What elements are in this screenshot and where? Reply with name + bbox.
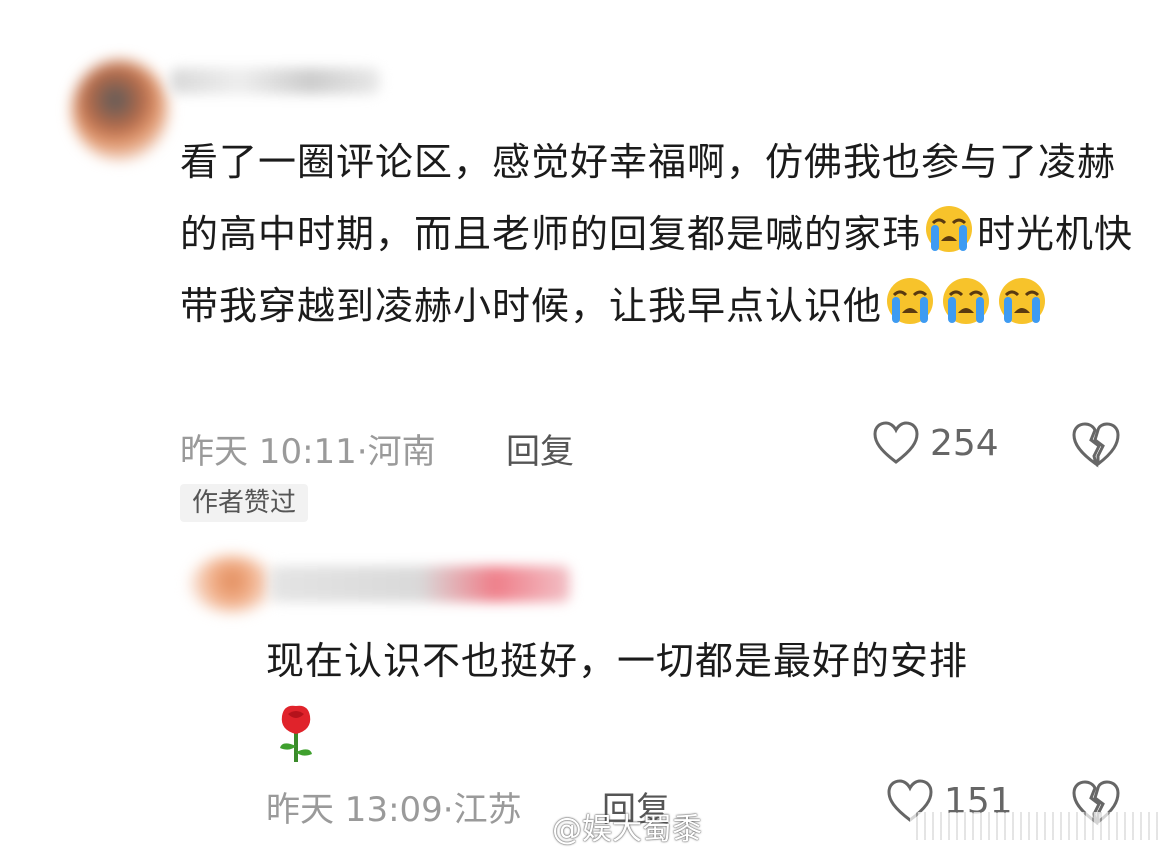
watermark: @娱大蜀黍 <box>512 804 702 848</box>
reply-time: 昨天 13:09 <box>266 790 443 830</box>
commenter-avatar[interactable] <box>72 60 168 160</box>
weibo-icon <box>512 814 545 840</box>
comment-location: 河南 <box>367 432 436 472</box>
like-count: 254 <box>930 422 999 464</box>
reply-meta: 昨天 13:09·江苏 <box>266 782 522 831</box>
like-button[interactable]: 254 <box>872 420 999 466</box>
reply-text: 现在认识不也挺好，一切都是最好的安排 <box>266 626 1146 764</box>
watermark-text: @娱大蜀黍 <box>552 812 702 847</box>
dislike-button[interactable] <box>1070 420 1122 472</box>
crying-face-emoji <box>882 275 938 327</box>
commenter-username[interactable] <box>170 68 380 94</box>
comment-time: 昨天 10:11 <box>180 432 357 472</box>
watermark-overlay <box>910 812 1160 840</box>
comment-meta: 昨天 10:11·河南 <box>180 424 436 473</box>
replier-username[interactable] <box>270 566 570 602</box>
heart-icon <box>873 421 919 464</box>
reply-text-content: 现在认识不也挺好，一切都是最好的安排 <box>266 639 969 683</box>
meta-separator: · <box>442 790 454 830</box>
meta-separator: · <box>356 432 368 472</box>
broken-heart-icon <box>1072 422 1120 468</box>
reply-button[interactable]: 回复 <box>506 424 574 473</box>
rose-emoji <box>280 705 312 762</box>
replier-avatar[interactable] <box>190 556 274 612</box>
crying-face-emoji <box>938 275 994 327</box>
crying-face-emoji <box>994 275 1050 327</box>
crying-face-emoji <box>921 203 977 255</box>
author-liked-badge: 作者赞过 <box>180 484 309 522</box>
comment-text: 看了一圈评论区，感觉好幸福啊，仿佛我也参与了凌赫的高中时期，而且老师的回复都是喊… <box>180 126 1140 342</box>
